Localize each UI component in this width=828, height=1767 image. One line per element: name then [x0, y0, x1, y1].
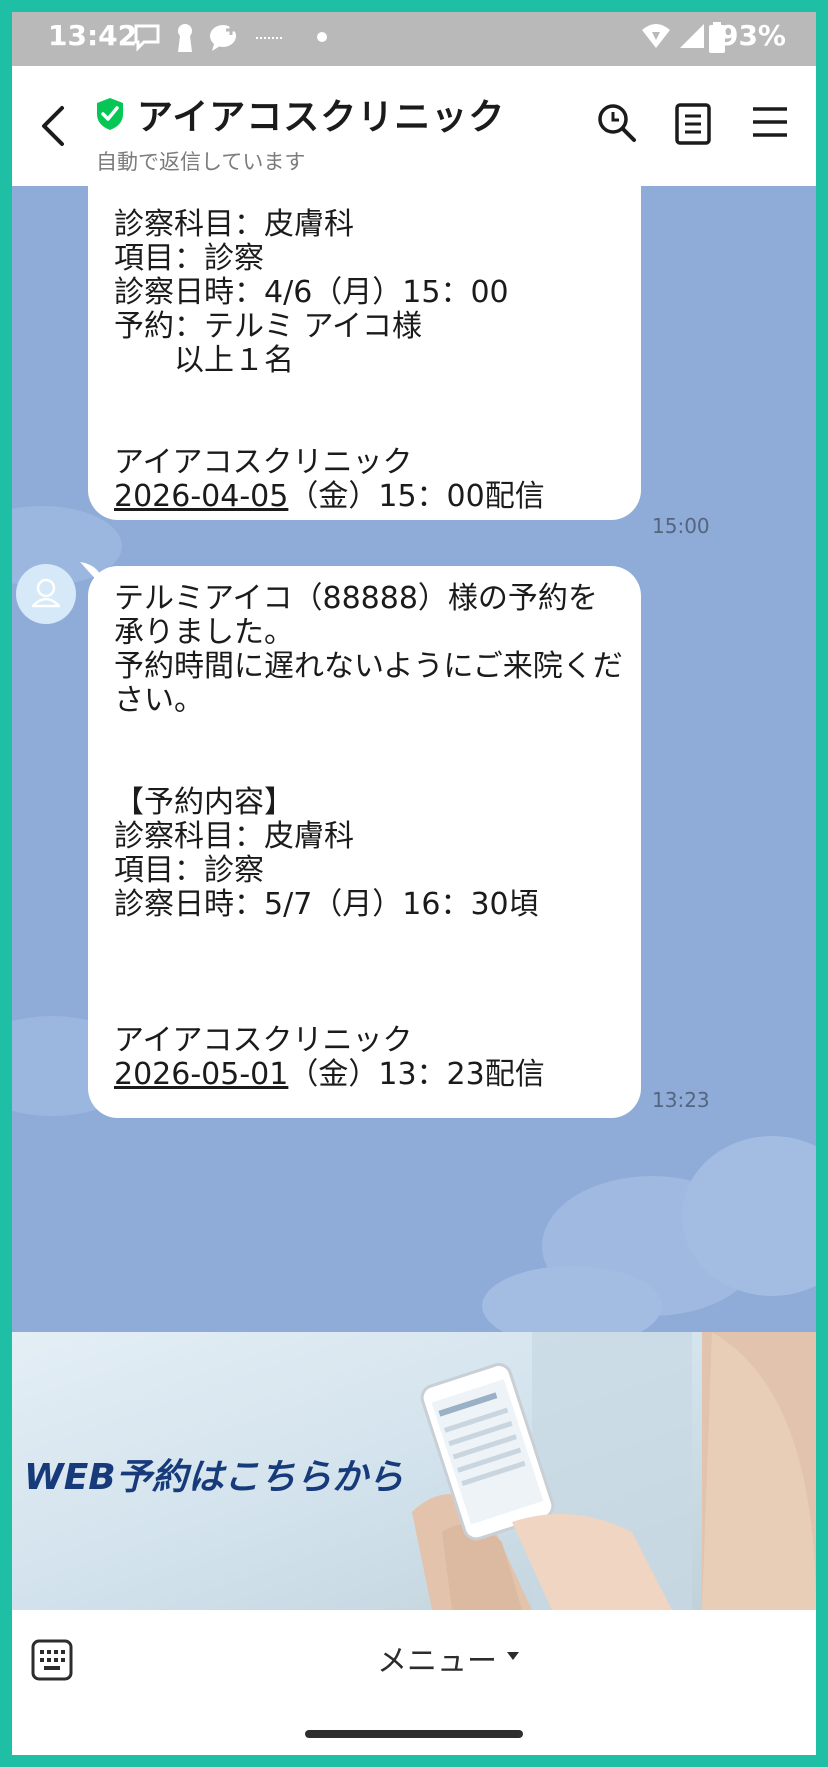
auto-reply-status: 自動で返信しています	[96, 150, 306, 174]
wifi-icon	[642, 24, 670, 48]
dot-icon	[317, 32, 327, 42]
search-icon[interactable]	[596, 102, 638, 146]
web-reservation-banner[interactable]: WEB予約はこちらから	[12, 1332, 816, 1610]
message-line: 診察日時：4/6（月）15：00	[114, 275, 509, 310]
section-heading: 【予約内容】	[114, 785, 294, 820]
notes-icon[interactable]	[674, 102, 712, 146]
caret-down-icon[interactable]	[506, 1650, 520, 1662]
home-indicator[interactable]	[305, 1730, 523, 1738]
delivery-suffix: （金）15：00配信	[288, 479, 545, 514]
battery-percent: 93%	[718, 19, 786, 52]
message-line: テルミアイコ（88888）様の予約を	[114, 581, 598, 616]
status-bar: 13:42 93%	[12, 12, 816, 66]
message-line: 予約：テルミ アイコ様	[114, 309, 423, 344]
message-notification-icon	[134, 24, 160, 52]
date-link[interactable]: 2026-05-01	[114, 1057, 288, 1092]
keyhole-notification-icon	[178, 24, 192, 52]
person-icon	[31, 578, 61, 608]
shield-check-icon	[97, 98, 123, 130]
delivery-line: 2026-04-05（金）15：00配信	[114, 480, 615, 514]
date-link[interactable]: 2026-04-05	[114, 479, 288, 514]
message-time: 13:23	[652, 1088, 710, 1112]
message-line: 予約時間に遅れないようにご来院くだ	[114, 649, 623, 684]
signal-icon	[680, 24, 704, 48]
small-notification-icon	[256, 37, 282, 39]
keyboard-icon[interactable]	[30, 1638, 74, 1682]
status-time: 13:42	[48, 19, 138, 52]
hamburger-icon[interactable]	[750, 102, 790, 142]
phone-screen: 13:42 93% アイアコスクリニック 自動で返信しています 診察科目：皮膚科…	[12, 12, 816, 1755]
message-line: 承りました。	[114, 615, 294, 650]
clinic-signature: アイアコスクリニック	[114, 1023, 413, 1058]
menu-toggle-button[interactable]: メニュー	[377, 1636, 497, 1680]
message-bubble[interactable]: テルミアイコ（88888）様の予約を 承りました。 予約時間に遅れないようにご来…	[88, 566, 641, 1118]
avatar[interactable]	[16, 564, 76, 624]
message-line: さい。	[114, 683, 204, 718]
message-line: 診察科目：皮膚科	[114, 207, 354, 242]
chat-title: アイアコスクリニック	[137, 97, 506, 138]
message-bubble[interactable]: 診察科目：皮膚科 項目：診察 診察日時：4/6（月）15：00 予約：テルミ ア…	[88, 186, 641, 520]
message-line: 診察科目：皮膚科	[114, 819, 354, 854]
chat-add-notification-icon	[210, 25, 236, 51]
message-line: 診察日時：5/7（月）16：30頃	[114, 887, 539, 922]
message-line: 項目：診察	[114, 853, 264, 888]
message-time: 15:00	[652, 514, 710, 538]
message-line: 項目：診察	[114, 241, 264, 276]
message-line: 以上１名	[114, 343, 294, 378]
chat-header: アイアコスクリニック 自動で返信しています	[12, 66, 816, 186]
delivery-suffix: （金）13：23配信	[288, 1057, 545, 1092]
delivery-line: 2026-05-01（金）13：23配信	[114, 1058, 615, 1092]
clinic-signature: アイアコスクリニック	[114, 445, 413, 480]
banner-text: WEB予約はこちらから	[24, 1457, 404, 1498]
chevron-left-icon[interactable]	[38, 104, 68, 148]
bottom-bar: メニュー	[12, 1610, 816, 1755]
chat-area[interactable]: 診察科目：皮膚科 項目：診察 診察日時：4/6（月）15：00 予約：テルミ ア…	[12, 186, 816, 1332]
